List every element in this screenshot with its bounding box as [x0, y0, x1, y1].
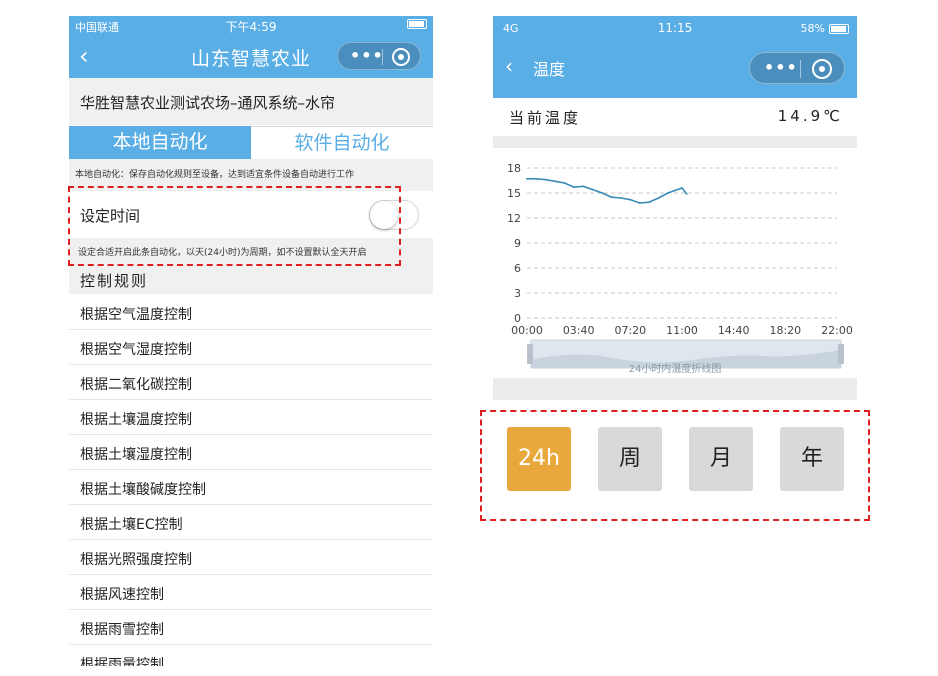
status-icons: 58%: [801, 22, 849, 35]
close-miniprogram-icon[interactable]: [392, 48, 410, 66]
y-tick-label: 9: [514, 237, 521, 250]
data-point: [648, 201, 651, 204]
data-point: [601, 192, 604, 194]
status-bar: 中国联通 下午4:59: [69, 16, 433, 36]
capsule-divider: [382, 49, 383, 65]
control-rules-list: 根据空气温度控制 根据空气湿度控制 根据二氧化碳控制 根据土壤温度控制 根据土壤…: [69, 295, 433, 666]
battery-percent: 58%: [800, 22, 825, 35]
x-tick-label: 14:40: [718, 324, 750, 337]
data-point: [610, 196, 613, 199]
zoom-slider-left-handle: [527, 344, 533, 364]
rule-item[interactable]: 根据土壤温度控制: [69, 400, 433, 435]
data-point: [535, 177, 538, 180]
data-point: [657, 197, 660, 199]
data-point: [629, 198, 632, 201]
period-week-button[interactable]: 周: [598, 427, 662, 491]
right-phone-screen: 4G 11:15 58% ‹ 温度 ••• 当前温度 14.9℃ 0 3 6 9 12 1…: [493, 16, 857, 406]
current-temperature-value: 14.9℃: [777, 107, 843, 125]
miniprogram-capsule: •••: [749, 52, 845, 84]
data-point: [591, 188, 594, 191]
page-title: 温度: [533, 60, 566, 79]
period-selector: 24h 周 月 年: [480, 410, 870, 521]
control-rules-header: 控制规则: [69, 264, 433, 294]
rule-item[interactable]: 根据光照强度控制: [69, 540, 433, 575]
capsule-divider: [800, 60, 801, 78]
data-point: [573, 186, 575, 189]
navbar: ‹ 山东智慧农业 •••: [69, 38, 433, 76]
tab-local-automation[interactable]: 本地自动化: [69, 126, 251, 159]
rule-item[interactable]: 根据雨量控制: [69, 645, 433, 666]
temperature-line-chart: 036912151800:00 03:40 07:20 11:00 14:40 18:20…: [507, 162, 853, 374]
y-tick-label: 15: [507, 187, 521, 200]
left-header: 中国联通 下午4:59 ‹ 山东智慧农业 •••: [69, 16, 433, 78]
data-point: [554, 180, 557, 183]
battery-icon: [407, 19, 427, 29]
rule-item[interactable]: 根据土壤EC控制: [69, 505, 433, 540]
x-tick-label: 07:20: [614, 324, 646, 337]
rule-item[interactable]: 根据空气温度控制: [69, 295, 433, 330]
data-point: [674, 189, 676, 192]
status-icons: [407, 19, 427, 29]
data-point: [685, 192, 688, 195]
rule-item[interactable]: 根据土壤湿度控制: [69, 435, 433, 470]
data-point: [681, 187, 683, 189]
rule-item[interactable]: 根据空气湿度控制: [69, 330, 433, 365]
temperature-series-line: [527, 178, 688, 204]
rule-item[interactable]: 根据雨雪控制: [69, 610, 433, 645]
more-options-icon[interactable]: •••: [350, 46, 384, 65]
current-temperature-row: 当前温度 14.9℃: [493, 98, 857, 136]
data-point: [620, 197, 622, 199]
y-tick-label: 6: [514, 262, 521, 275]
farm-title: 华胜智慧农业测试农场–通风系统–水帘: [69, 78, 433, 125]
divider: [493, 136, 857, 148]
close-miniprogram-icon[interactable]: [812, 59, 832, 79]
data-point: [526, 177, 528, 180]
data-point: [563, 182, 566, 184]
zoom-slider-label: 24小时内温度折线图: [629, 362, 722, 374]
rule-item[interactable]: 根据风速控制: [69, 575, 433, 610]
left-phone-screen: 中国联通 下午4:59 ‹ 山东智慧农业 ••• 华胜智慧农业测试农场–通风系统…: [69, 16, 433, 666]
x-tick-label: 11:00: [666, 324, 698, 337]
back-arrow-icon[interactable]: ‹: [505, 54, 513, 78]
divider: [493, 378, 857, 400]
data-point: [667, 192, 669, 194]
x-tick-label: 00:00: [511, 324, 543, 337]
period-year-button[interactable]: 年: [780, 427, 844, 491]
y-tick-label: 18: [507, 162, 521, 175]
x-tick-label: 22:00: [821, 324, 853, 337]
period-month-button[interactable]: 月: [689, 427, 753, 491]
status-bar: 4G 11:15 58%: [493, 16, 857, 42]
x-tick-label: 18:20: [769, 324, 801, 337]
tab-software-automation[interactable]: 软件自动化: [251, 126, 433, 159]
period-24h-button[interactable]: 24h: [507, 427, 571, 491]
data-point: [544, 178, 547, 181]
battery-icon: [829, 23, 849, 34]
right-header: 4G 11:15 58% ‹ 温度 •••: [493, 16, 857, 98]
rule-item[interactable]: 根据二氧化碳控制: [69, 365, 433, 400]
annotation-highlight-time-setting: [68, 186, 401, 266]
navbar: ‹ 温度 •••: [493, 48, 857, 88]
zoom-slider-right-handle: [838, 344, 844, 364]
rule-item[interactable]: 根据土壤酸碱度控制: [69, 470, 433, 505]
clock: 下午4:59: [225, 20, 277, 34]
miniprogram-capsule: •••: [337, 42, 421, 70]
more-options-icon[interactable]: •••: [764, 58, 798, 77]
current-temperature-label: 当前温度: [509, 109, 582, 127]
automation-tabs: 本地自动化 软件自动化: [69, 126, 433, 159]
data-point: [582, 185, 585, 188]
data-point: [638, 202, 641, 204]
y-tick-label: 3: [514, 287, 521, 300]
x-tick-label: 03:40: [563, 324, 595, 337]
y-tick-label: 12: [507, 212, 521, 225]
